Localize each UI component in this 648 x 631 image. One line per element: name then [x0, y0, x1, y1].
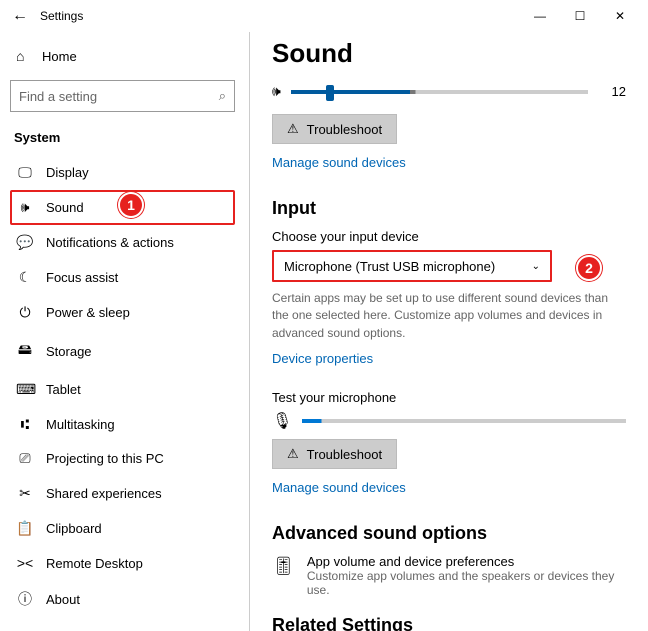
chevron-down-icon: ⌄	[532, 261, 540, 272]
nav-icon: ><	[16, 555, 34, 571]
search-icon: ⌕	[219, 88, 226, 104]
nav-icon: 🖴	[16, 339, 34, 363]
nav-icon: ⑆	[16, 416, 34, 432]
sliders-icon: 🎚	[272, 554, 295, 597]
input-help-text: Certain apps may be set up to use differ…	[272, 290, 626, 342]
home-button[interactable]: ⌂ Home	[10, 40, 235, 72]
input-heading: Input	[272, 198, 626, 219]
nav-label: Storage	[46, 344, 92, 359]
nav-label: Remote Desktop	[46, 556, 143, 571]
related-heading: Related Settings	[272, 615, 626, 631]
callout-1: 1	[118, 192, 144, 218]
section-label: System	[10, 126, 235, 155]
sidebar-item-multitasking[interactable]: ⑆ Multitasking	[10, 407, 235, 441]
sidebar-item-projecting-to-this-pc[interactable]: ⎚ Projecting to this PC	[10, 441, 235, 476]
sidebar-item-about[interactable]: ⓘ About	[10, 580, 235, 618]
minimize-icon[interactable]: —	[520, 9, 560, 23]
nav-label: Power & sleep	[46, 305, 130, 320]
nav-icon: 🖵	[16, 164, 34, 181]
sidebar-item-tablet[interactable]: ⌨ Tablet	[10, 372, 235, 407]
sidebar-item-display[interactable]: 🖵 Display	[10, 155, 235, 190]
nav-label: Display	[46, 165, 89, 180]
nav-label: Sound	[46, 200, 84, 215]
sidebar-item-storage[interactable]: 🖴 Storage	[10, 330, 235, 372]
titlebar: ← Settings — ☐ ✕	[0, 0, 648, 32]
search-placeholder: Find a setting	[19, 89, 219, 104]
nav-icon: 📋	[16, 520, 34, 537]
close-icon[interactable]: ✕	[600, 9, 640, 23]
manage-output-link[interactable]: Manage sound devices	[272, 155, 406, 170]
input-device-value: Microphone (Trust USB microphone)	[284, 259, 495, 274]
volume-value: 12	[598, 84, 626, 99]
maximize-icon[interactable]: ☐	[560, 9, 600, 23]
troubleshoot-input-button[interactable]: ⚠ Troubleshoot	[272, 439, 397, 469]
app-volume-item[interactable]: 🎚 App volume and device preferences Cust…	[272, 554, 626, 597]
app-volume-sub: Customize app volumes and the speakers o…	[307, 569, 626, 597]
test-mic-label: Test your microphone	[272, 390, 626, 405]
nav-icon: 💬	[16, 234, 34, 251]
nav-label: Notifications & actions	[46, 235, 174, 250]
callout-2: 2	[576, 255, 602, 281]
nav-label: Focus assist	[46, 270, 118, 285]
manage-input-link[interactable]: Manage sound devices	[272, 480, 406, 495]
nav-label: Tablet	[46, 382, 81, 397]
sidebar-item-clipboard[interactable]: 📋 Clipboard	[10, 511, 235, 546]
nav-icon: ⏻	[16, 304, 34, 321]
microphone-icon: 🎙	[272, 411, 292, 431]
sidebar-item-shared-experiences[interactable]: ✂ Shared experiences	[10, 476, 235, 511]
window-title: Settings	[40, 9, 83, 23]
back-icon[interactable]: ←	[8, 7, 32, 25]
troubleshoot-output-button[interactable]: ⚠ Troubleshoot	[272, 114, 397, 144]
choose-input-label: Choose your input device	[272, 229, 626, 244]
sidebar-item-power-sleep[interactable]: ⏻ Power & sleep	[10, 295, 235, 330]
advanced-heading: Advanced sound options	[272, 523, 626, 544]
nav-icon: ⌨	[16, 381, 34, 398]
nav-label: Clipboard	[46, 521, 102, 536]
home-label: Home	[42, 49, 77, 64]
mic-level-bar	[302, 419, 626, 423]
input-device-select[interactable]: Microphone (Trust USB microphone) ⌄	[272, 250, 552, 282]
main-content: Sound 🕪 12 ⚠ Troubleshoot Manage sound d…	[249, 32, 648, 631]
sidebar-item-notifications-actions[interactable]: 💬 Notifications & actions	[10, 225, 235, 260]
page-title: Sound	[272, 38, 626, 69]
home-icon: ⌂	[16, 48, 32, 64]
mic-test-row: 🎙	[272, 411, 626, 431]
nav-icon: ✂	[16, 485, 34, 502]
sidebar: ⌂ Home Find a setting ⌕ System 🖵 Display 🕪…	[0, 32, 245, 631]
volume-row: 🕪 12	[272, 83, 626, 100]
nav-icon: ☾	[16, 269, 34, 286]
warning-icon: ⚠	[287, 121, 299, 137]
sidebar-item-focus-assist[interactable]: ☾ Focus assist	[10, 260, 235, 295]
warning-icon: ⚠	[287, 446, 299, 462]
nav-label: Shared experiences	[46, 486, 162, 501]
nav-icon: ⓘ	[16, 589, 34, 609]
nav-label: About	[46, 592, 80, 607]
search-input[interactable]: Find a setting ⌕	[10, 80, 235, 112]
nav-icon: ⎚	[16, 450, 34, 467]
sidebar-item-remote-desktop[interactable]: >< Remote Desktop	[10, 546, 235, 580]
nav-icon: 🕪	[16, 199, 34, 216]
speaker-icon: 🕪	[272, 83, 281, 100]
nav-label: Projecting to this PC	[46, 451, 164, 466]
nav-label: Multitasking	[46, 417, 115, 432]
volume-slider[interactable]	[291, 90, 588, 94]
app-volume-title: App volume and device preferences	[307, 554, 626, 569]
device-properties-link[interactable]: Device properties	[272, 351, 373, 366]
